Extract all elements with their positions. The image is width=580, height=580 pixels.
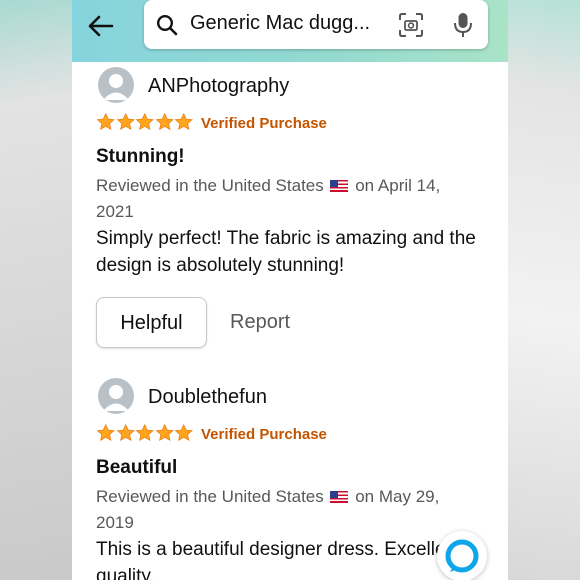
alexa-icon	[445, 539, 479, 573]
reviews-list: ANPhotography Verified Purchase Stunning…	[72, 62, 508, 580]
review-author[interactable]: Doublethefun	[148, 386, 267, 409]
camera-scan-icon[interactable]	[398, 12, 424, 38]
screen: Generic Mac dugg... ANPhotography Verifi…	[0, 0, 580, 580]
star-rating	[96, 112, 194, 134]
us-flag-icon	[330, 180, 349, 192]
star-icon	[174, 112, 193, 130]
user-avatar-icon	[103, 385, 129, 411]
back-arrow-icon	[88, 15, 114, 37]
search-header: Generic Mac dugg...	[72, 0, 508, 62]
star-rating	[96, 423, 194, 445]
search-input[interactable]: Generic Mac dugg...	[144, 0, 488, 49]
review-location: Reviewed in the United States	[96, 176, 324, 195]
review-body: Simply perfect! The fabric is amazing an…	[96, 228, 476, 276]
review-meta: Reviewed in the United States on May 29,…	[96, 484, 476, 536]
review-body: This is a beautiful designer dress. Exce…	[96, 539, 462, 580]
search-icon	[156, 14, 178, 36]
review-card: Doublethefun Verified Purchase Beautiful…	[96, 378, 496, 580]
review-card: ANPhotography Verified Purchase Stunning…	[96, 67, 496, 357]
star-icon	[116, 423, 135, 441]
report-link[interactable]: Report	[230, 311, 290, 334]
review-location: Reviewed in the United States	[96, 487, 324, 506]
star-icon	[116, 112, 135, 130]
alexa-button[interactable]	[437, 531, 487, 580]
back-button[interactable]	[82, 10, 118, 42]
search-query: Generic Mac dugg...	[190, 12, 371, 34]
star-icon	[96, 423, 115, 441]
star-icon	[135, 423, 154, 441]
user-avatar-icon	[103, 74, 129, 100]
avatar	[98, 67, 134, 103]
us-flag-icon	[330, 491, 349, 503]
helpful-button[interactable]: Helpful	[96, 297, 207, 348]
star-icon	[96, 112, 115, 130]
star-icon	[155, 423, 174, 441]
review-meta: Reviewed in the United States on April 1…	[96, 173, 476, 225]
background-right	[508, 0, 580, 580]
background-left	[0, 0, 72, 580]
review-title: Beautiful	[96, 457, 178, 478]
star-icon	[135, 112, 154, 130]
star-icon	[174, 423, 193, 441]
verified-purchase-badge: Verified Purchase	[201, 115, 327, 132]
avatar	[98, 378, 134, 414]
review-title: Stunning!	[96, 146, 185, 167]
star-icon	[155, 112, 174, 130]
verified-purchase-badge: Verified Purchase	[201, 426, 327, 443]
microphone-icon[interactable]	[452, 11, 474, 39]
review-author[interactable]: ANPhotography	[148, 75, 289, 98]
